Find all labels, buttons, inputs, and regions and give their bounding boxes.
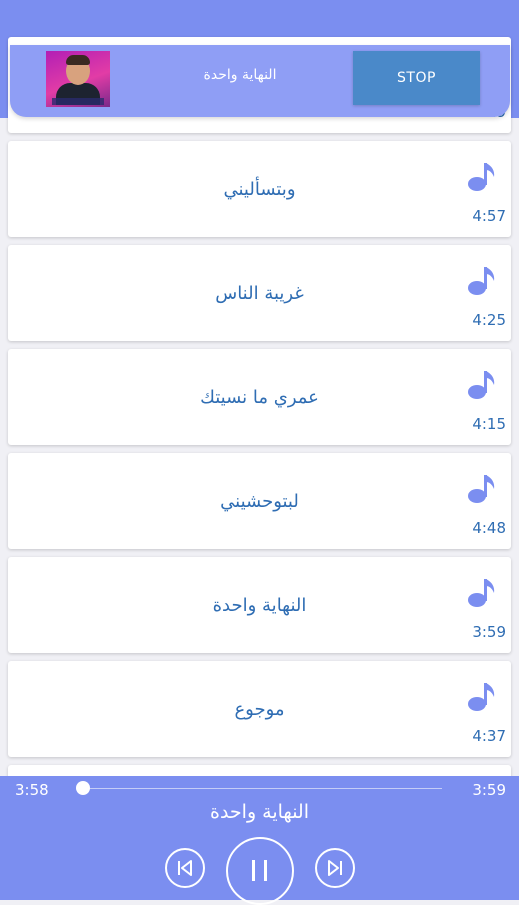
song-duration: 3:59 [472,623,506,641]
total-time: 3:59 [472,781,506,799]
elapsed-time: 3:58 [15,781,49,799]
pause-icon [252,860,267,881]
song-title: وبتسأليني [223,178,296,200]
song-title: موجوع [234,698,285,720]
song-item[interactable]: غريبة الناس 4:25 [8,245,511,341]
album-thumbnail [46,51,110,107]
song-item[interactable]: لبتوحشيني 4:48 [8,453,511,549]
song-item[interactable]: وبتسأليني 4:57 [8,141,511,237]
song-title: غريبة الناس [215,282,304,304]
song-duration: 4:25 [472,311,506,329]
stop-button[interactable]: STOP [353,51,480,105]
seek-bar[interactable] [77,788,442,789]
next-button[interactable] [315,848,355,888]
skip-previous-icon [178,860,192,876]
song-duration: 4:57 [472,207,506,225]
player-song-title: النهاية واحدة [210,801,309,823]
song-title: النهاية واحدة [212,594,307,616]
skip-next-icon [328,860,342,876]
song-item[interactable]: موجوع 4:37 [8,661,511,757]
song-duration: 4:48 [472,519,506,537]
player-bar: 3:58 3:59 النهاية واحدة [0,776,519,905]
song-title: لبتوحشيني [220,490,299,512]
song-duration: 4:37 [472,727,506,745]
song-item[interactable]: النهاية واحدة 3:59 [8,557,511,653]
song-duration: 4:15 [472,415,506,433]
song-title: عمري ما نسيتك [200,386,319,408]
previous-button[interactable] [165,848,205,888]
song-item[interactable]: عمري ما نسيتك 4:15 [8,349,511,445]
now-playing-title: النهاية واحدة [203,67,277,83]
now-playing-card[interactable]: النهاية واحدة STOP [10,45,510,117]
seek-thumb[interactable] [76,781,91,795]
pause-button[interactable] [226,837,294,905]
